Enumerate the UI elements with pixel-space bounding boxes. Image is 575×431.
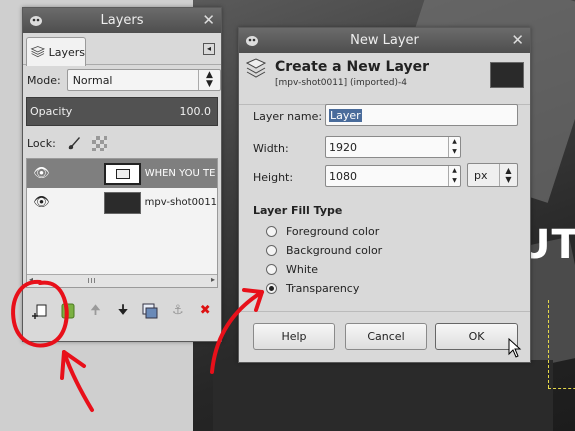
dialog-heading: Create a New Layer: [275, 59, 429, 75]
scroll-thumb[interactable]: III: [82, 277, 102, 285]
opacity-label: Opacity: [30, 105, 73, 118]
scroll-left-icon[interactable]: ◂: [29, 275, 33, 284]
dialog-titlebar[interactable]: New Layer ✕: [239, 28, 530, 53]
close-icon[interactable]: ✕: [511, 31, 524, 49]
lock-label: Lock:: [27, 136, 56, 150]
new-layer-icon[interactable]: [31, 302, 50, 320]
new-layer-dialog: New Layer ✕ Create a New Layer [mpv-shot…: [238, 27, 531, 363]
opacity-slider[interactable]: Opacity 100.0: [26, 97, 218, 126]
fill-type-title: Layer Fill Type: [253, 204, 343, 217]
layers-icon: [30, 46, 46, 58]
layer-row[interactable]: 👁 WHEN YOU TE: [27, 159, 217, 188]
horizontal-scrollbar[interactable]: ◂ III ▸: [27, 274, 217, 287]
delete-layer-icon[interactable]: ✖: [196, 302, 214, 320]
annotation-arrow-left: [62, 350, 94, 412]
dialog-title: New Layer: [350, 33, 419, 48]
height-field[interactable]: 1080 ▲ ▼: [325, 165, 461, 187]
fill-option-label: White: [286, 263, 318, 276]
cancel-button[interactable]: Cancel: [345, 323, 427, 350]
canvas-shape: [213, 360, 553, 431]
layer-boundary: [548, 388, 575, 389]
layer-name-label: Layer name:: [253, 110, 323, 123]
duplicate-layer-icon[interactable]: [141, 302, 159, 320]
help-button[interactable]: Help: [253, 323, 335, 350]
tab-menu-icon[interactable]: ◂: [203, 43, 215, 55]
layer-buttons-bar: 🠉 🠋 ⚓ ✖: [23, 298, 223, 324]
layers-titlebar[interactable]: Layers ✕: [23, 8, 221, 33]
layer-name: WHEN YOU TE: [144, 168, 216, 179]
mode-label: Mode:: [27, 73, 61, 87]
anchor-icon[interactable]: ⚓: [169, 302, 187, 320]
lock-row: Lock:: [23, 128, 221, 158]
layer-name: mpv-shot0011.: [144, 197, 217, 208]
height-label: Height:: [253, 171, 294, 184]
layers-title: Layers: [100, 13, 144, 28]
fill-option-label: Transparency: [286, 282, 360, 295]
fill-option-transparency[interactable]: Transparency: [266, 282, 359, 295]
height-value: 1080: [329, 169, 357, 183]
width-value: 1920: [329, 140, 357, 154]
dock-tab-row: Layers ◂: [23, 33, 221, 66]
tab-label: Layers: [48, 45, 85, 59]
close-icon[interactable]: ✕: [202, 11, 215, 29]
layer-boundary: [548, 300, 550, 388]
chevron-updown-icon: ▲ ▼: [499, 164, 517, 186]
fill-option-label: Background color: [286, 244, 383, 257]
layer-list: 👁 WHEN YOU TE 👁 mpv-shot0011. ◂ III ▸: [26, 158, 218, 288]
layers-dock: Layers ✕ Layers ◂ Mode: Normal ▲ ▼ Opacit…: [22, 7, 222, 342]
cancel-label: Cancel: [367, 330, 405, 343]
layer-name-field[interactable]: Layer: [325, 104, 518, 126]
layer-group-icon[interactable]: [59, 302, 77, 320]
unit-value: px: [474, 168, 488, 182]
chevron-updown-icon: ▲ ▼: [198, 70, 220, 90]
mouse-cursor-icon: [508, 338, 522, 358]
radio-button-selected[interactable]: [266, 283, 277, 294]
scroll-right-icon[interactable]: ▸: [211, 275, 215, 284]
radio-button[interactable]: [266, 264, 277, 275]
help-label: Help: [281, 330, 307, 343]
spin-arrows-icon[interactable]: ▲ ▼: [448, 137, 460, 157]
spin-arrows-icon[interactable]: ▲ ▼: [448, 166, 460, 186]
image-name: [mpv-shot0011] (imported)-4: [275, 78, 407, 88]
layer-thumbnail: [103, 162, 141, 185]
lower-layer-icon[interactable]: 🠋: [114, 302, 132, 320]
raise-layer-icon[interactable]: 🠉: [87, 302, 105, 320]
tab-layers[interactable]: Layers: [26, 37, 86, 66]
layer-thumbnail: [103, 191, 141, 214]
divider: [239, 311, 530, 312]
annotation-arrowhead-left: [60, 350, 86, 380]
layer-name-value: Layer: [329, 108, 362, 122]
fill-option-label: Foreground color: [286, 225, 380, 238]
dialog-header: Create a New Layer [mpv-shot0011] (impor…: [239, 53, 530, 105]
radio-button[interactable]: [266, 226, 277, 237]
ok-button[interactable]: OK: [435, 323, 518, 350]
fill-option-foreground[interactable]: Foreground color: [266, 225, 379, 238]
image-thumbnail: [490, 62, 524, 88]
brush-icon[interactable]: [66, 135, 82, 151]
width-field[interactable]: 1920 ▲ ▼: [325, 136, 461, 158]
mode-select[interactable]: Normal ▲ ▼: [66, 69, 221, 91]
eye-icon[interactable]: 👁: [27, 195, 56, 210]
width-label: Width:: [253, 142, 289, 155]
opacity-value: 100.0: [179, 105, 212, 118]
unit-select[interactable]: px ▲ ▼: [467, 163, 518, 187]
fill-option-white[interactable]: White: [266, 263, 318, 276]
eye-icon[interactable]: 👁: [27, 166, 56, 181]
lock-alpha-icon[interactable]: [91, 135, 107, 151]
mode-value: Normal: [72, 73, 113, 87]
ok-label: OK: [468, 330, 485, 343]
fill-option-background[interactable]: Background color: [266, 244, 382, 257]
mode-row: Mode: Normal ▲ ▼: [23, 65, 221, 95]
radio-button[interactable]: [266, 245, 277, 256]
layer-row[interactable]: 👁 mpv-shot0011.: [27, 188, 217, 217]
new-layer-header-icon: [245, 58, 267, 78]
